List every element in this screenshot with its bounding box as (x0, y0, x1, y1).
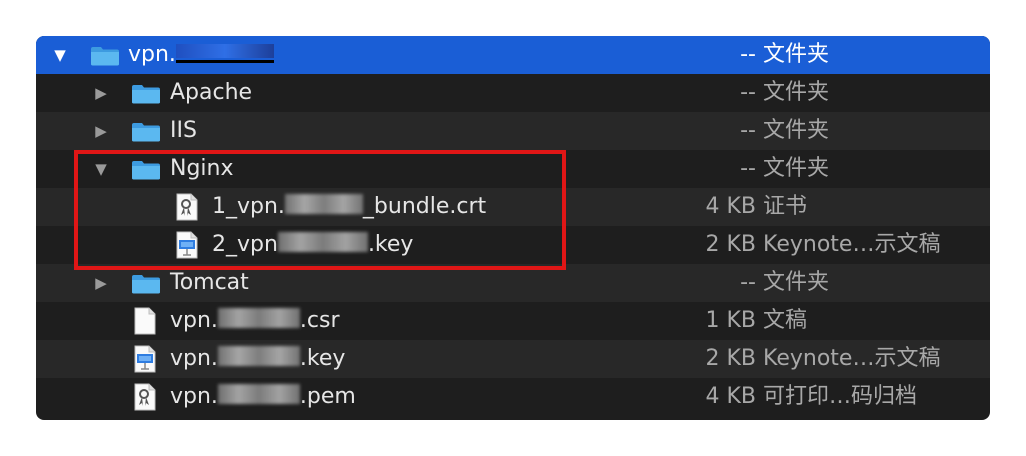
redacted-text (217, 308, 300, 328)
document-icon (134, 307, 156, 335)
redacted-text (217, 384, 300, 404)
file-size: 4 KB (705, 194, 756, 219)
file-name: Tomcat (170, 270, 249, 295)
file-size: 4 KB (705, 384, 756, 409)
folder-icon (90, 46, 120, 66)
file-size: -- (740, 42, 756, 67)
disclosure-triangle-collapsed-icon[interactable]: ▶ (93, 74, 109, 112)
file-kind: 文件夹 (763, 118, 830, 143)
file-name-suffix: .key (299, 346, 346, 371)
redacted-text (284, 194, 363, 214)
file-row-csr[interactable]: vpn. .csr 1 KB 文稿 (36, 302, 990, 340)
file-name: Nginx (170, 156, 234, 181)
certificate-icon (134, 383, 156, 411)
file-kind: 文件夹 (763, 270, 830, 295)
file-name-prefix: 1_vpn. (212, 194, 285, 219)
file-name: Apache (170, 80, 253, 105)
redacted-text (277, 232, 368, 252)
file-row-pem[interactable]: vpn. .pem 4 KB 可打印…码归档 (36, 378, 990, 416)
file-kind: 文件夹 (763, 42, 830, 67)
file-kind: Keynote…示文稿 (763, 232, 941, 257)
file-size: -- (740, 156, 756, 181)
file-name-suffix: .pem (299, 384, 356, 409)
folder-icon (131, 84, 161, 104)
disclosure-triangle-expanded-icon[interactable]: ▼ (93, 150, 109, 188)
redaction-bar (176, 60, 274, 63)
file-name-suffix: .key (367, 232, 414, 257)
file-row-tomcat[interactable]: ▶ Tomcat -- 文件夹 (36, 264, 990, 302)
folder-icon (131, 274, 161, 294)
file-row-nginx[interactable]: ▼ Nginx -- 文件夹 (36, 150, 990, 188)
file-kind: 文件夹 (763, 80, 830, 105)
redacted-text (175, 44, 274, 58)
redacted-text (217, 346, 300, 366)
file-name-prefix: vpn. (170, 346, 218, 371)
folder-icon (131, 122, 161, 142)
disclosure-triangle-expanded-icon[interactable]: ▼ (52, 36, 68, 74)
file-size: -- (740, 270, 756, 295)
file-row-vpn-folder[interactable]: ▼ vpn. -- 文件夹 (36, 36, 990, 74)
file-kind: Keynote…示文稿 (763, 346, 941, 371)
file-name-prefix: vpn. (170, 308, 218, 333)
file-row-bundle-crt[interactable]: 1_vpn. _bundle.crt 4 KB 证书 (36, 188, 990, 226)
file-name-prefix: 2_vpn (212, 232, 278, 257)
file-kind: 可打印…码归档 (763, 384, 918, 409)
file-name-suffix: _bundle.crt (362, 194, 487, 219)
file-name-prefix: vpn. (170, 384, 218, 409)
file-row-iis[interactable]: ▶ IIS -- 文件夹 (36, 112, 990, 150)
disclosure-triangle-collapsed-icon[interactable]: ▶ (93, 264, 109, 302)
file-row-apache[interactable]: ▶ Apache -- 文件夹 (36, 74, 990, 112)
file-name-suffix: .csr (299, 308, 340, 333)
file-size: -- (740, 80, 756, 105)
file-row-key[interactable]: vpn. .key 2 KB Keynote…示文稿 (36, 340, 990, 378)
finder-file-list: ▼ vpn. -- 文件夹 ▶ Apache -- 文件夹 ▶ IIS -- 文… (36, 36, 990, 420)
file-size: -- (740, 118, 756, 143)
file-size: 1 KB (705, 308, 756, 333)
certificate-icon (176, 193, 198, 221)
file-kind: 文稿 (763, 308, 808, 333)
file-name: IIS (170, 118, 197, 143)
disclosure-triangle-collapsed-icon[interactable]: ▶ (93, 112, 109, 150)
folder-icon (131, 160, 161, 180)
file-kind: 证书 (763, 194, 808, 219)
keynote-icon (176, 231, 198, 259)
file-row-nginx-key[interactable]: 2_vpn .key 2 KB Keynote…示文稿 (36, 226, 990, 264)
file-name: vpn. (128, 42, 176, 67)
keynote-icon (134, 345, 156, 373)
file-size: 2 KB (705, 346, 756, 371)
file-size: 2 KB (705, 232, 756, 257)
file-kind: 文件夹 (763, 156, 830, 181)
